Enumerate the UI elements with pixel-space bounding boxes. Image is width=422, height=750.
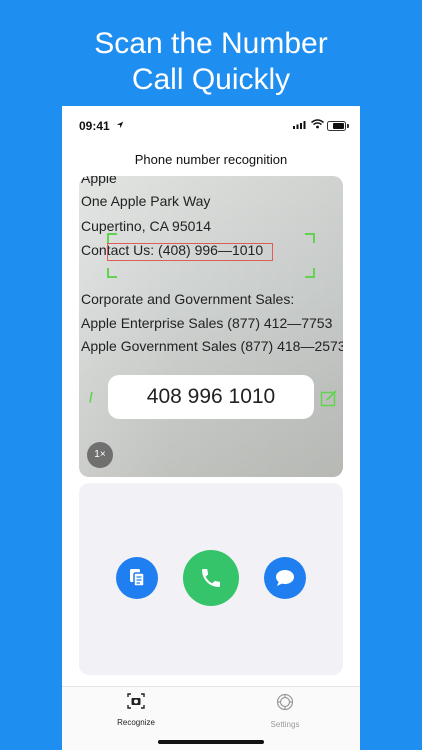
gear-icon xyxy=(276,693,294,711)
camera-viewfinder[interactable]: Apple One Apple Park Way Cupertino, CA 9… xyxy=(79,176,343,477)
message-button[interactable] xyxy=(264,557,306,599)
tab-label: Settings xyxy=(270,720,300,729)
signal-icon xyxy=(293,121,306,129)
page-title: Phone number recognition xyxy=(134,152,288,167)
recognized-number[interactable]: 408 996 1010 xyxy=(108,375,314,419)
tab-label: Recognize xyxy=(117,718,155,727)
edit-icon[interactable] xyxy=(320,389,338,407)
scan-frame-corner xyxy=(305,233,315,243)
document-line: One Apple Park Way xyxy=(81,193,211,209)
document-line: Apple xyxy=(81,176,117,186)
zoom-button[interactable]: 1× xyxy=(87,442,113,468)
message-icon xyxy=(276,570,294,586)
location-arrow-icon xyxy=(116,121,124,129)
marketing-headline: Scan the Number Call Quickly xyxy=(0,26,422,98)
document-line: Cupertino, CA 95014 xyxy=(81,218,211,234)
scan-frame-corner xyxy=(305,268,315,278)
phone-icon xyxy=(202,569,220,587)
document-line: Apple Government Sales (877) 418—2573 xyxy=(81,338,343,354)
copy-button[interactable] xyxy=(116,557,158,599)
action-panel xyxy=(79,483,343,675)
document-line: Corporate and Government Sales: xyxy=(81,291,295,307)
home-indicator xyxy=(158,740,264,744)
status-bar: 09:41 xyxy=(62,106,360,142)
scan-frame-corner xyxy=(107,233,117,243)
camera-scan-icon xyxy=(127,693,145,709)
phone-screen: 09:41 Phone number recognition Apple One… xyxy=(62,106,360,750)
headline-line-2: Call Quickly xyxy=(131,63,291,96)
call-button[interactable] xyxy=(183,550,239,606)
battery-icon xyxy=(327,121,349,131)
status-time: 09:41 xyxy=(79,119,110,133)
detected-number-highlight xyxy=(107,243,273,261)
tab-settings[interactable]: Settings xyxy=(245,693,325,729)
copy-icon xyxy=(130,569,145,587)
frame-marker-icon: / xyxy=(89,389,93,405)
document-line: Apple Enterprise Sales (877) 412—7753 xyxy=(81,315,333,331)
headline-line-1: Scan the Number xyxy=(94,27,328,60)
wifi-icon xyxy=(311,119,324,129)
scan-frame-corner xyxy=(107,268,117,278)
tab-recognize[interactable]: Recognize xyxy=(96,693,176,727)
